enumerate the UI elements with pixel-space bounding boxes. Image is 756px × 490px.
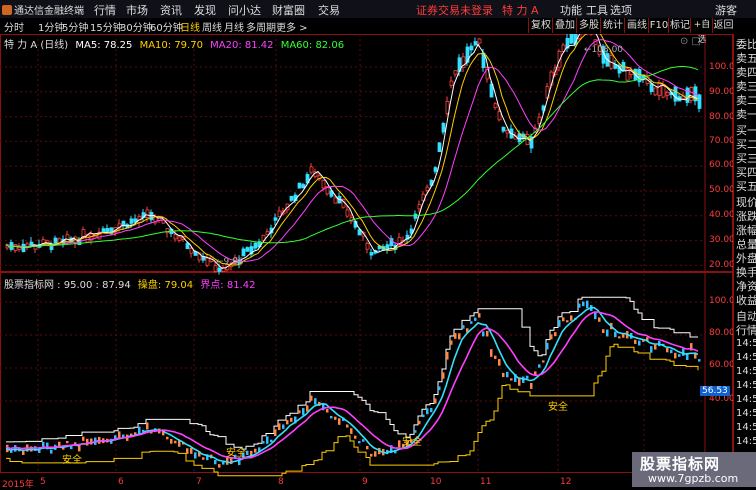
chart-grid bbox=[0, 34, 733, 473]
app-logo: 通达信金融终端 bbox=[2, 2, 84, 17]
menu-wealth[interactable]: 财富圈 bbox=[272, 2, 305, 18]
period-1min[interactable]: 1分钟 bbox=[38, 19, 64, 34]
x-axis-label: 9 bbox=[362, 477, 368, 487]
f10-button[interactable]: F10 bbox=[648, 18, 669, 33]
period-5min[interactable]: 5分钟 bbox=[62, 19, 88, 34]
x-axis-label: 7 bbox=[196, 477, 202, 487]
safe-annotation: 安全 bbox=[226, 448, 246, 459]
chart-controls[interactable]: ⊙ □ bbox=[680, 36, 701, 47]
price-tick: 50.00 bbox=[709, 185, 735, 195]
period-multi[interactable]: 多周期 bbox=[246, 19, 276, 34]
jiedian-label: 界点: 81.42 bbox=[200, 280, 256, 291]
price-candles bbox=[5, 34, 702, 275]
indicator-legend: 股票指标网 : 95.00 : 87.94 操盘: 79.04 界点: 81.4… bbox=[4, 276, 255, 291]
stock-name: 特 力 A bbox=[502, 4, 539, 17]
price-tick: 60.00 bbox=[709, 160, 735, 170]
menu-tools[interactable]: 工具 bbox=[586, 2, 608, 18]
back-button[interactable]: 返回 bbox=[712, 18, 734, 33]
sidebar-item[interactable]: 行情 bbox=[736, 322, 756, 338]
price-legend-title: 特 力 A (日线) bbox=[4, 40, 69, 51]
period-monthly[interactable]: 月线 bbox=[224, 19, 244, 34]
high-price-marker: ←108.00 bbox=[584, 45, 624, 55]
x-axis-label: 11 bbox=[480, 477, 492, 487]
logo-icon bbox=[2, 5, 12, 15]
x-axis-label: 10 bbox=[430, 477, 442, 487]
user-name[interactable]: 游客 bbox=[715, 2, 737, 18]
sidebar-item[interactable]: 买五 bbox=[736, 178, 756, 194]
sidebar-time: 14:50 bbox=[736, 408, 756, 419]
add-watchlist-button[interactable]: +自选 bbox=[690, 18, 713, 45]
indicator-tick: 100.0 bbox=[709, 296, 735, 306]
safe-annotation: 安全 bbox=[548, 402, 568, 413]
quote-sidebar: 委比 卖五 卖四 卖三 卖二 卖一 买一 买二 买三 买四 买五 现价 涨跌 涨… bbox=[733, 34, 756, 487]
safe-annotation: 安全 bbox=[402, 437, 422, 448]
x-axis-label: 2015年 bbox=[2, 480, 34, 490]
overlay-button[interactable]: 叠加 bbox=[552, 18, 577, 33]
watermark-url: www.7gpzb.com bbox=[648, 472, 739, 485]
price-tick: 90.00 bbox=[709, 87, 735, 97]
sidebar-time: 14:50 bbox=[736, 352, 756, 363]
ma10-label: MA10: 79.70 bbox=[139, 40, 203, 51]
indicator-legend-title: 股票指标网 : 95.00 : 87.94 bbox=[4, 280, 131, 291]
period-weekly[interactable]: 周线 bbox=[202, 19, 222, 34]
indicator-candles bbox=[6, 300, 701, 468]
caopan-label: 操盘: 79.04 bbox=[137, 280, 194, 291]
current-indicator-value: 56.53 bbox=[700, 386, 730, 396]
ma20-label: MA20: 81.42 bbox=[210, 40, 274, 51]
menu-bar: 通达信金融终端 行情 市场 资讯 发现 问小达 财富圈 交易 证券交易未登录 特… bbox=[0, 0, 756, 19]
price-tick: 20.00 bbox=[709, 260, 735, 270]
app-name: 通达信金融终端 bbox=[14, 6, 84, 17]
period-intraday[interactable]: 分时 bbox=[4, 19, 24, 34]
period-30min[interactable]: 30分钟 bbox=[120, 19, 153, 34]
indicator-tick: 60.00 bbox=[709, 360, 735, 370]
menu-market[interactable]: 市场 bbox=[126, 2, 148, 18]
sidebar-time: 14:50 bbox=[736, 380, 756, 391]
menu-functions[interactable]: 功能 bbox=[560, 2, 582, 18]
price-tick: 30.00 bbox=[709, 235, 735, 245]
adjust-button[interactable]: 复权 bbox=[528, 18, 553, 33]
menu-discover[interactable]: 发现 bbox=[194, 2, 216, 18]
sidebar-time: 14:50 bbox=[736, 436, 756, 447]
sidebar-time: 14:50 bbox=[736, 394, 756, 405]
draw-line-button[interactable]: 画线 bbox=[624, 18, 649, 33]
kline-chart[interactable] bbox=[0, 34, 733, 487]
mark-button[interactable]: 标记 bbox=[668, 18, 691, 33]
multi-stock-button[interactable]: 多股 bbox=[576, 18, 601, 33]
period-15min[interactable]: 15分钟 bbox=[90, 19, 123, 34]
period-daily[interactable]: 日线 bbox=[180, 19, 200, 34]
x-axis-label: 5 bbox=[40, 477, 46, 487]
trade-login-status[interactable]: 证券交易未登录 bbox=[416, 2, 493, 18]
menu-quotes[interactable]: 行情 bbox=[94, 2, 116, 18]
sidebar-time: 14:50 bbox=[736, 422, 756, 433]
ma5-label: MA5: 78.25 bbox=[75, 40, 133, 51]
menu-trade[interactable]: 交易 bbox=[318, 2, 340, 18]
indicator-tick: 80.00 bbox=[709, 328, 735, 338]
low-price-marker: ←9.88 bbox=[216, 257, 244, 267]
indicator-bands bbox=[6, 296, 699, 477]
period-60min[interactable]: 60分钟 bbox=[150, 19, 183, 34]
sidebar-time: 14:50 bbox=[736, 338, 756, 349]
watermark: 股票指标网 www.7gpzb.com bbox=[632, 452, 756, 487]
period-more[interactable]: 更多 > bbox=[276, 19, 308, 34]
sidebar-time: 14:50 bbox=[736, 366, 756, 377]
price-tick: 70.00 bbox=[709, 136, 735, 146]
menu-news[interactable]: 资讯 bbox=[160, 2, 182, 18]
stats-button[interactable]: 统计 bbox=[600, 18, 625, 33]
ma60-label: MA60: 82.06 bbox=[280, 40, 345, 51]
sidebar-item[interactable]: 收益 bbox=[736, 292, 756, 308]
price-tick: 100.0 bbox=[709, 62, 735, 72]
price-tick: 40.00 bbox=[709, 210, 735, 220]
menu-options[interactable]: 选项 bbox=[610, 2, 632, 18]
watermark-title: 股票指标网 bbox=[640, 455, 721, 473]
price-tick: 80.00 bbox=[709, 112, 735, 122]
x-axis-label: 12 bbox=[560, 477, 572, 487]
sidebar-item[interactable]: 卖一 bbox=[736, 106, 756, 122]
x-axis-label: 6 bbox=[118, 477, 124, 487]
x-axis-label: 8 bbox=[278, 477, 284, 487]
moving-average-lines bbox=[5, 34, 699, 269]
menu-ask[interactable]: 问小达 bbox=[228, 2, 261, 18]
price-legend: 特 力 A (日线) MA5: 78.25 MA10: 79.70 MA20: … bbox=[4, 36, 344, 51]
safe-annotation: 安全 bbox=[62, 455, 82, 466]
